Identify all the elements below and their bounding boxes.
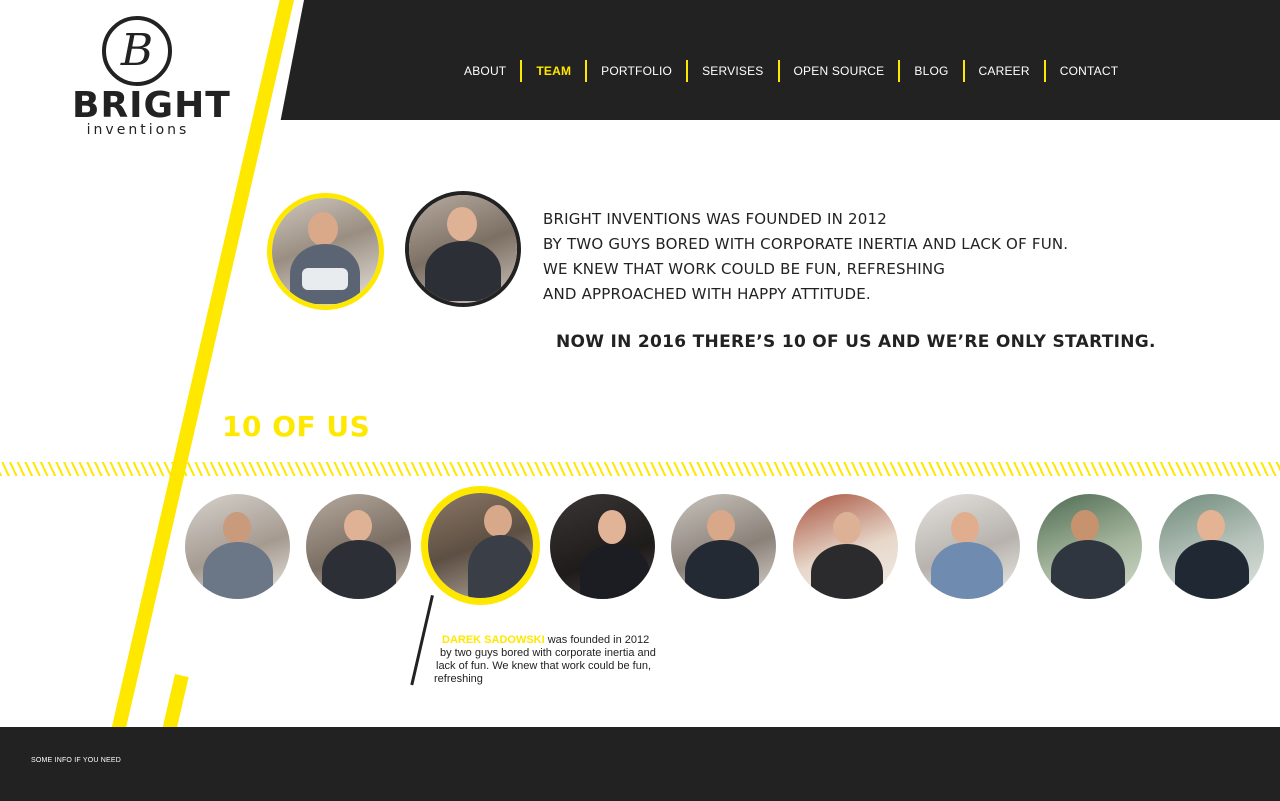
team-member-avatar-7[interactable] (915, 494, 1020, 599)
intro-line: BRIGHT INVENTIONS WAS FOUNDED IN 2012 (543, 210, 888, 228)
brand-logo[interactable]: B BRIGHT inventions (72, 16, 231, 138)
founder-photo-1 (267, 193, 384, 310)
team-member-photo (428, 493, 533, 598)
team-member-avatar-3-selected[interactable] (421, 486, 540, 605)
decorative-hatch-divider (0, 462, 1280, 476)
founder-photo-2 (405, 191, 521, 307)
team-member-avatar-1[interactable] (185, 494, 290, 599)
bio-pointer-line (410, 595, 434, 686)
nav-career[interactable]: CAREER (965, 60, 1044, 82)
nav-team[interactable]: TEAM (522, 60, 585, 82)
team-member-avatar-2[interactable] (306, 494, 411, 599)
team-headline: NOW IN 2016 THERE’S 10 OF US AND WE’RE O… (556, 332, 1156, 352)
intro-line: WE KNEW THAT WORK COULD BE FUN, REFRESHI… (543, 260, 946, 278)
team-member-avatar-4[interactable] (550, 494, 655, 599)
bio-line: DAREK SADOWSKI was founded in 2012 (436, 634, 666, 647)
footer-bar (0, 727, 1280, 801)
bio-text: was founded in 2012 (544, 634, 650, 646)
team-member-avatar-5[interactable] (671, 494, 776, 599)
team-member-photo (306, 494, 411, 599)
team-member-avatar-9[interactable] (1159, 494, 1264, 599)
logo-tagline: inventions (86, 122, 190, 138)
nav-contact[interactable]: CONTACT (1046, 60, 1133, 82)
team-member-avatar-6[interactable] (793, 494, 898, 599)
main-nav: ABOUT TEAM PORTFOLIO SERVISES OPEN SOURC… (450, 60, 1132, 82)
selected-member-bio: DAREK SADOWSKI was founded in 2012 by tw… (434, 634, 666, 686)
founder-photo-image (272, 198, 379, 305)
nav-services[interactable]: SERVISES (688, 60, 777, 82)
nav-open-source[interactable]: OPEN SOURCE (780, 60, 899, 82)
team-member-photo (1037, 494, 1142, 599)
bio-line: by two guys bored with corporate inertia… (440, 647, 656, 659)
nav-about[interactable]: ABOUT (450, 60, 520, 82)
team-member-avatar-8[interactable] (1037, 494, 1142, 599)
intro-text: BRIGHT INVENTIONS WAS FOUNDED IN 2012 BY… (543, 207, 1103, 307)
member-name[interactable]: DAREK SADOWSKI (442, 634, 545, 646)
bio-line: lack of fun. We knew that work could be … (436, 660, 652, 672)
logo-wordmark: BRIGHT (72, 85, 231, 126)
team-member-photo (915, 494, 1020, 599)
nav-blog[interactable]: BLOG (900, 60, 962, 82)
intro-line: AND APPROACHED WITH HAPPY ATTITUDE. (543, 285, 871, 303)
nav-portfolio[interactable]: PORTFOLIO (587, 60, 686, 82)
intro-line: BY TWO GUYS BORED WITH CORPORATE INERTIA… (543, 235, 1069, 253)
founder-photo-image (409, 195, 517, 303)
logo-b-icon: B (102, 16, 172, 86)
bio-line: refreshing (434, 673, 483, 685)
footer-note[interactable]: SOME INFO IF YOU NEED (31, 757, 121, 764)
team-member-photo (1159, 494, 1264, 599)
team-member-photo (671, 494, 776, 599)
team-member-photo (550, 494, 655, 599)
team-member-photo (185, 494, 290, 599)
team-member-photo (793, 494, 898, 599)
team-section-title: 10 OF US (222, 410, 371, 443)
